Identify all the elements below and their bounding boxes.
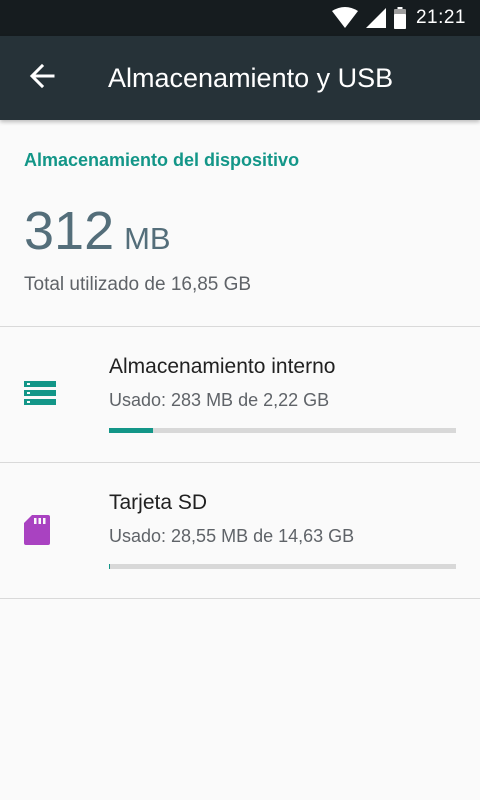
- app-bar: Almacenamiento y USB: [0, 36, 480, 120]
- status-time: 21:21: [415, 7, 466, 28]
- storage-summary: 312 MB Total utilizado de 16,85 GB: [0, 200, 480, 326]
- divider: [0, 598, 480, 599]
- usage-progress-fill: [109, 564, 110, 569]
- main-content: Almacenamiento del dispositivo 312 MB To…: [0, 120, 480, 599]
- cell-signal-icon: [365, 8, 386, 28]
- storage-item-usage: Usado: 283 MB de 2,22 GB: [109, 390, 330, 410]
- wifi-icon: [331, 7, 358, 29]
- storage-item-title: Tarjeta SD: [109, 491, 208, 514]
- storage-item-sd-card[interactable]: Tarjeta SD Usado: 28,55 MB de 14,63 GB: [0, 463, 480, 598]
- section-header-device-storage: Almacenamiento del dispositivo: [24, 149, 300, 170]
- usage-progress-bar: [109, 564, 456, 569]
- battery-icon: [393, 7, 406, 29]
- status-bar: 21:21: [0, 0, 480, 36]
- back-button[interactable]: [0, 36, 84, 120]
- internal-storage-icon: [24, 379, 56, 407]
- usage-progress-fill: [109, 428, 154, 433]
- used-total: 312 MB: [24, 200, 480, 262]
- total-used-text: Total utilizado de 16,85 GB: [24, 274, 252, 295]
- arrow-back-icon: [29, 63, 55, 94]
- sd-card-icon: [24, 515, 52, 545]
- storage-item-usage: Usado: 28,55 MB de 14,63 GB: [109, 526, 355, 546]
- usage-progress-bar: [109, 428, 456, 433]
- used-unit: MB: [124, 221, 171, 256]
- used-value: 312: [24, 201, 115, 261]
- storage-item-internal[interactable]: Almacenamiento interno Usado: 283 MB de …: [0, 327, 480, 462]
- page-title: Almacenamiento y USB: [108, 62, 394, 93]
- storage-item-title: Almacenamiento interno: [109, 355, 336, 378]
